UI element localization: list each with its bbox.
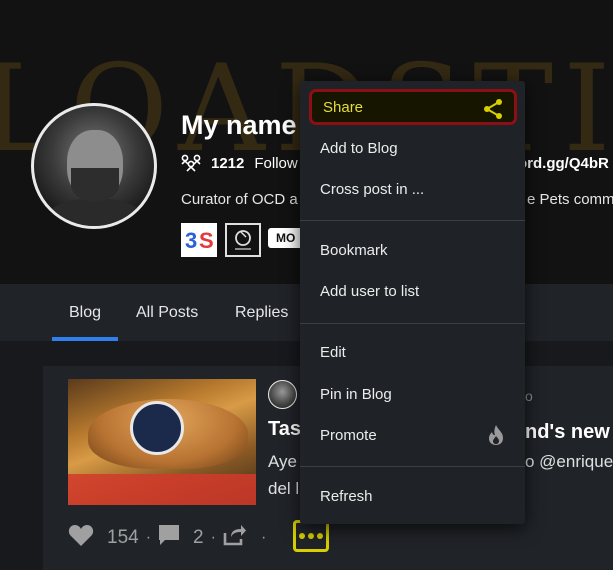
post-meta: o [525, 388, 533, 404]
thumbnail-sticker [130, 401, 184, 455]
comment-button[interactable] [158, 524, 180, 552]
profile-avatar[interactable] [31, 103, 157, 229]
post-excerpt-continued: o @enrique [525, 452, 613, 471]
followers-label: Follow [254, 154, 298, 172]
tab-replies[interactable]: Replies [235, 304, 288, 322]
followers-count: 1212 [211, 154, 245, 172]
community-badge-ocd[interactable] [225, 223, 261, 257]
dot [317, 533, 323, 539]
menu-item-share[interactable]: Share [309, 89, 517, 125]
menu-item-add-user-to-list[interactable]: Add user to list [300, 272, 525, 310]
ocd-logo-icon [235, 230, 251, 250]
more-badges-button[interactable]: MO [268, 228, 304, 248]
badge-3s-letter: S [199, 228, 214, 253]
menu-item-refresh[interactable]: Refresh [300, 477, 525, 515]
post-title[interactable]: Tas [268, 418, 301, 441]
post-options-menu: Share Add to Blog Cross post in ... Book… [300, 81, 525, 524]
followers-icon [181, 154, 201, 172]
menu-item-add-to-blog[interactable]: Add to Blog [300, 129, 525, 167]
profile-bio: Curator of OCD a [181, 191, 298, 208]
post-author-avatar[interactable] [268, 380, 297, 409]
reblog-icon [223, 525, 246, 546]
profile-bio-continued: e Pets comm [527, 191, 613, 208]
separator-dot: · [210, 529, 216, 546]
post-excerpt-line2: del l [268, 479, 300, 498]
like-button[interactable] [68, 524, 94, 553]
followers-row[interactable]: 1212 Follow [181, 154, 298, 172]
tab-all-posts[interactable]: All Posts [136, 304, 198, 322]
menu-item-cross-post[interactable]: Cross post in ... [300, 170, 525, 208]
post-excerpt: Aye [268, 452, 297, 471]
more-options-button[interactable] [293, 520, 329, 552]
avatar-beard [71, 168, 119, 202]
menu-divider [300, 323, 525, 324]
thumbnail-container [68, 474, 256, 505]
like-count: 154 [107, 527, 139, 548]
comment-count: 2 [193, 527, 204, 548]
community-badge-3s[interactable]: 3 S [181, 223, 217, 257]
reblog-button[interactable] [223, 524, 247, 552]
comment-icon [159, 525, 180, 545]
profile-name: My name [181, 110, 297, 140]
post-actions: 154 · 2 · · [68, 524, 273, 553]
menu-item-promote[interactable]: Promote [300, 416, 525, 454]
heart-icon [68, 524, 94, 546]
post-title-continued[interactable]: nd's new r [525, 421, 613, 444]
menu-item-edit[interactable]: Edit [300, 333, 525, 371]
share-icon [484, 99, 502, 119]
avatar-shoulders [42, 198, 148, 226]
fire-icon [489, 425, 503, 445]
menu-item-bookmark[interactable]: Bookmark [300, 231, 525, 269]
menu-item-label: Share [323, 98, 364, 116]
badge-3s-digit: 3 [185, 228, 198, 253]
menu-item-label: Promote [320, 426, 377, 444]
dot [299, 533, 305, 539]
dot [308, 533, 314, 539]
separator-dot: · [145, 529, 152, 546]
discord-link[interactable]: ord.gg/Q4bR [518, 155, 609, 172]
menu-divider [300, 220, 525, 221]
menu-item-pin-in-blog[interactable]: Pin in Blog [300, 375, 525, 413]
post-thumbnail[interactable] [68, 379, 256, 505]
active-tab-indicator [52, 337, 118, 341]
tab-blog[interactable]: Blog [69, 304, 101, 322]
menu-divider [300, 466, 525, 467]
separator-dot: · [260, 529, 267, 546]
